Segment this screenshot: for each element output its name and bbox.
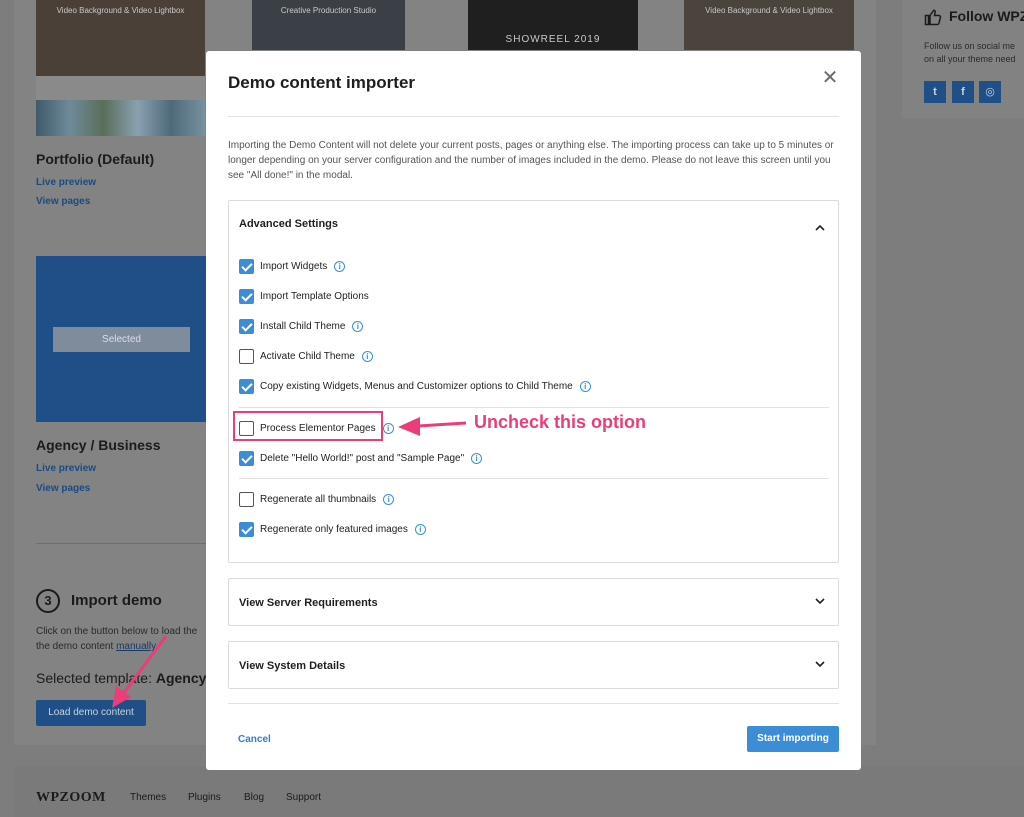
import-instructions-line2: the demo content manually [36, 641, 157, 652]
demo-importer-modal: Demo content importer ✕ Importing the De… [206, 51, 861, 770]
option-import-template-options[interactable]: Import Template Options [239, 288, 369, 304]
thumbnail-caption: SHOWREEL 2019 [505, 34, 601, 45]
chevron-down-icon[interactable] [814, 658, 826, 670]
option-regenerate-featured-images[interactable]: Regenerate only featured images i [239, 521, 426, 537]
divider [36, 543, 206, 544]
annotation-text: Uncheck this option [474, 412, 647, 432]
server-requirements-panel[interactable]: View Server Requirements [228, 578, 839, 626]
info-icon[interactable]: i [352, 320, 364, 332]
import-instructions-line1: Click on the button below to load the [36, 626, 198, 637]
server-requirements-title[interactable]: View Server Requirements [239, 597, 378, 609]
start-importing-button[interactable]: Start importing [747, 726, 839, 752]
thumbnail-caption: Video Background & Video Lightbox [705, 6, 833, 15]
footer-nav-support[interactable]: Support [286, 792, 321, 803]
checkbox[interactable] [239, 521, 254, 537]
twitter-icon[interactable]: t [924, 81, 946, 103]
follow-title: Follow WPZ [949, 8, 1024, 24]
portfolio-title: Portfolio (Default) [36, 151, 155, 167]
portfolio-view-pages-link[interactable]: View pages [36, 196, 90, 207]
info-icon[interactable]: i [361, 350, 373, 362]
load-demo-content-button[interactable]: Load demo content [36, 700, 146, 726]
facebook-icon[interactable]: f [952, 81, 974, 103]
info-icon[interactable]: i [334, 260, 346, 272]
thumbs-up-icon [924, 9, 942, 26]
system-details-title[interactable]: View System Details [239, 660, 345, 672]
info-icon[interactable]: i [579, 380, 591, 392]
portfolio-live-preview-link[interactable]: Live preview [36, 177, 96, 188]
divider [239, 407, 829, 408]
checkbox[interactable] [239, 378, 254, 394]
checkbox[interactable] [239, 318, 254, 334]
close-icon[interactable]: ✕ [821, 68, 839, 88]
thumbnail-caption: Creative Production Studio [280, 6, 377, 15]
chevron-up-icon[interactable] [814, 222, 826, 234]
step-number: 3 [36, 589, 60, 613]
advanced-settings-panel: Advanced Settings Import Widgets i Impor… [228, 200, 839, 563]
instagram-icon[interactable]: ◎ [979, 81, 1001, 103]
option-import-widgets[interactable]: Import Widgets i [239, 258, 346, 274]
divider [228, 116, 839, 117]
selected-template: Selected template: Agency / [36, 670, 215, 686]
system-details-panel[interactable]: View System Details [228, 641, 839, 689]
checkbox[interactable] [239, 491, 254, 507]
option-process-elementor-pages[interactable]: Process Elementor Pages i [239, 420, 394, 436]
divider [239, 478, 829, 479]
selected-badge: Selected [53, 327, 190, 352]
showreel-thumbnail[interactable]: SHOWREEL 2019 [468, 0, 638, 50]
checkbox[interactable] [239, 420, 254, 436]
checkbox[interactable] [239, 288, 254, 304]
footer-nav-themes[interactable]: Themes [130, 792, 166, 803]
checkbox[interactable] [239, 258, 254, 274]
advanced-settings-title[interactable]: Advanced Settings [239, 218, 338, 230]
site-footer: WPZOOM Themes Plugins Blog Support [14, 766, 1024, 817]
option-activate-child-theme[interactable]: Activate Child Theme i [239, 348, 373, 364]
import-demo-title: Import demo [71, 592, 162, 609]
creative-thumbnail[interactable]: Creative Production Studio [252, 0, 405, 50]
option-regenerate-all-thumbnails[interactable]: Regenerate all thumbnails i [239, 491, 395, 507]
agency-thumbnail[interactable]: Selected [36, 256, 206, 422]
info-icon[interactable]: i [414, 523, 426, 535]
info-icon[interactable]: i [382, 422, 394, 434]
thumbnail-caption: Video Background & Video Lightbox [56, 6, 185, 15]
manually-link[interactable]: manually [116, 641, 156, 652]
info-icon[interactable]: i [383, 493, 395, 505]
agency-view-pages-link[interactable]: View pages [36, 483, 90, 494]
portfolio-thumbnail[interactable]: Video Background & Video Lightbox [36, 0, 205, 136]
option-delete-hello-world[interactable]: Delete "Hello World!" post and "Sample P… [239, 450, 483, 466]
follow-widget: Follow WPZ Follow us on social me on all … [902, 0, 1024, 118]
agency-live-preview-link[interactable]: Live preview [36, 463, 96, 474]
agency-title: Agency / Business [36, 437, 161, 453]
checkbox[interactable] [239, 348, 254, 364]
wpzoom-logo[interactable]: WPZOOM [36, 790, 106, 806]
option-copy-widgets-to-child[interactable]: Copy existing Widgets, Menus and Customi… [239, 378, 591, 394]
footer-nav-plugins[interactable]: Plugins [188, 792, 221, 803]
cancel-button[interactable]: Cancel [238, 734, 271, 745]
chevron-down-icon[interactable] [814, 595, 826, 607]
intro-text: Importing the Demo Content will not dele… [228, 140, 834, 181]
video-thumbnail[interactable]: Video Background & Video Lightbox [684, 0, 854, 50]
info-icon[interactable]: i [471, 452, 483, 464]
follow-text: Follow us on social me on all your theme … [924, 41, 1016, 64]
divider [228, 703, 839, 704]
modal-title: Demo content importer [228, 73, 416, 92]
footer-nav-blog[interactable]: Blog [244, 792, 264, 803]
checkbox[interactable] [239, 450, 254, 466]
option-install-child-theme[interactable]: Install Child Theme i [239, 318, 364, 334]
